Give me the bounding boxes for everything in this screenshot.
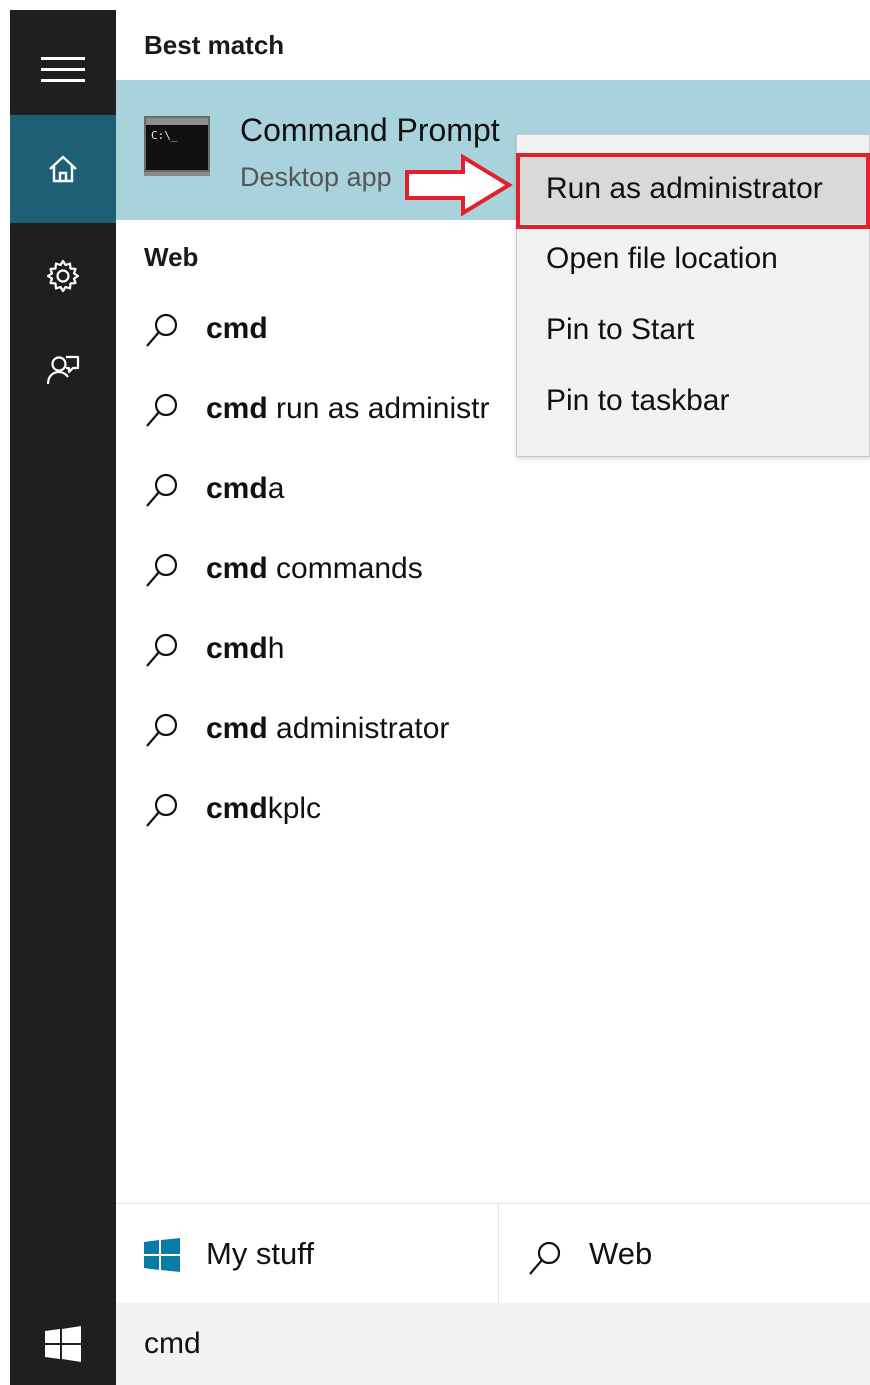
search-input[interactable]: cmd: [116, 1303, 870, 1385]
scope-tabs: My stuff Web: [116, 1203, 870, 1304]
menu-item-pin-to-taskbar[interactable]: Pin to taskbar: [517, 366, 870, 436]
web-result-text: cmdh: [206, 632, 285, 665]
hamburger-menu-button[interactable]: [10, 20, 116, 120]
menu-item-open-file-location[interactable]: Open file location: [517, 224, 870, 294]
menu-item-label: Pin to Start: [546, 313, 695, 346]
web-result-text: cmd run as administr: [206, 392, 490, 425]
best-match-label: Best match: [144, 30, 285, 60]
search-icon: [146, 313, 178, 347]
menu-item-label: Run as administrator: [546, 172, 823, 205]
menu-item-label: Open file location: [546, 242, 778, 275]
web-result-text: cmd administrator: [206, 712, 450, 745]
menu-item-label: Pin to taskbar: [546, 384, 730, 417]
menu-item-pin-to-start[interactable]: Pin to Start: [517, 295, 870, 365]
web-result-item[interactable]: cmda: [116, 450, 870, 530]
web-result-text: cmdkplc: [206, 792, 322, 825]
web-section-label: Web: [144, 242, 199, 272]
best-match-subtitle: Desktop app: [240, 162, 392, 192]
search-query: cmd: [144, 1327, 201, 1360]
best-match-title: Command Prompt: [240, 112, 500, 148]
sidebar-item-home[interactable]: [10, 115, 116, 223]
web-result-text: cmda: [206, 472, 285, 505]
web-result-text: cmd: [206, 312, 268, 345]
context-menu: Run as administrator Open file location …: [516, 134, 870, 457]
sidebar-rail: [10, 10, 116, 1385]
feedback-icon: [46, 355, 80, 385]
search-icon: [146, 473, 178, 507]
command-prompt-icon: C:\_: [144, 116, 210, 172]
search-icon: [146, 393, 178, 427]
web-result-text: cmd commands: [206, 552, 423, 585]
search-icon: [146, 553, 178, 587]
web-result-item[interactable]: cmd administrator: [116, 690, 870, 770]
menu-item-run-as-administrator[interactable]: Run as administrator: [517, 154, 870, 224]
web-result-item[interactable]: cmd commands: [116, 530, 870, 610]
search-icon: [146, 713, 178, 747]
home-icon: [49, 155, 77, 183]
tab-my-stuff[interactable]: My stuff: [116, 1204, 499, 1304]
annotation-arrow-icon: [405, 153, 513, 217]
gear-icon: [46, 259, 80, 293]
sidebar-item-settings[interactable]: [10, 228, 116, 324]
hamburger-icon: [41, 57, 85, 82]
tab-web-label: Web: [589, 1236, 653, 1271]
sidebar-item-feedback[interactable]: [10, 320, 116, 420]
tab-web[interactable]: Web: [499, 1204, 870, 1304]
start-button[interactable]: [10, 1302, 116, 1385]
web-result-item[interactable]: cmdh: [116, 610, 870, 690]
search-icon: [146, 633, 178, 667]
windows-start-icon: [45, 1325, 81, 1362]
command-prompt-icon-text: C:\_: [151, 129, 178, 142]
search-icon: [529, 1241, 561, 1275]
web-result-item[interactable]: cmdkplc: [116, 770, 870, 850]
search-icon: [146, 793, 178, 827]
windows-icon: [144, 1238, 180, 1272]
tab-my-stuff-label: My stuff: [206, 1236, 314, 1271]
